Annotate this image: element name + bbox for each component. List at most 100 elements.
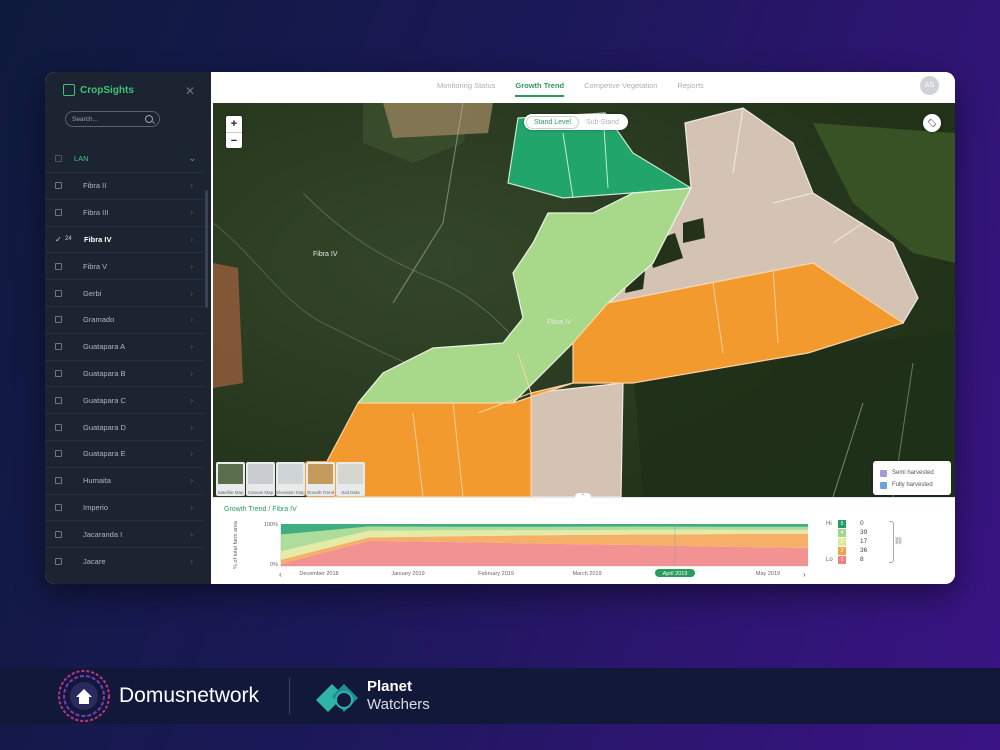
basemap-option[interactable]: Soil Data [336,462,365,496]
basemap-label: Soil Data [341,490,360,495]
sidebar-item-label: Guatapara E [83,449,126,459]
item-count: 24 [65,236,72,243]
chevron-right-icon[interactable]: › [190,476,193,485]
chevron-down-icon[interactable]: ⌄ [188,153,196,164]
item-checkbox[interactable] [55,262,62,270]
link-icon[interactable]: ⛓ [894,537,903,545]
sidebar-item[interactable]: Jacaranda I › [45,520,205,547]
item-checkbox[interactable] [55,477,62,485]
stand-level-option[interactable]: Stand Level [526,115,579,129]
growth-trend-panel: ⌃ Growth Trend / Fibra IV % of total far… [213,493,955,584]
sidebar-item[interactable]: Guatapara A › [45,332,205,360]
chevron-right-icon[interactable]: › [190,289,193,298]
sidebar-item-label: Jacaranda I [83,529,123,539]
close-icon[interactable]: ✕ [185,84,195,98]
basemap-thumbnail [218,464,243,484]
x-tick-label: April 2019 [663,571,688,577]
item-checkbox[interactable] [55,450,62,458]
sidebar-item-label: Humaita [83,476,111,486]
item-checkbox[interactable] [55,316,62,324]
map-view[interactable]: + − Stand Level Sub-Stand Fibra IV Fibra… [213,103,955,497]
chevron-right-icon[interactable]: › [190,530,193,539]
chevron-right-icon[interactable]: › [190,262,193,271]
tab[interactable]: Reports [678,81,704,97]
item-checkbox[interactable] [55,289,62,297]
scale-end-label: Lo [826,556,833,563]
sidebar-item[interactable]: Gerbi › [45,279,205,306]
basemap-option[interactable]: Growth Trend [305,461,336,497]
domusnetwork-logo-icon [58,670,110,722]
item-checkbox[interactable] [55,503,62,511]
tab[interactable]: Competive Vegetation [584,81,657,97]
group-checkbox[interactable] [55,154,62,162]
sidebar-scrollbar[interactable] [205,190,208,308]
sidebar-item[interactable]: Guatapara B › [45,359,205,387]
domusnetwork-name: Domusnetwork [119,684,260,707]
item-checkbox[interactable] [55,396,62,404]
y-tick-label: 100% [264,522,278,528]
sidebar-item[interactable]: Guatapara C › [45,386,205,413]
chevron-right-icon[interactable]: › [190,449,193,458]
farm-group-lan[interactable]: LAN ⌄ [45,148,211,168]
brand[interactable]: CropSights [63,84,134,96]
zoom-out-button[interactable]: − [226,132,242,148]
scale-swatch: 3 [838,537,846,546]
farm-map-label: Fibra IV [313,251,338,258]
basemap-label: Growth Trend [306,490,335,495]
sidebar-item[interactable]: Humaita › [45,466,205,494]
item-checkbox[interactable] [55,209,62,217]
chevron-right-icon[interactable]: › [190,342,193,351]
avatar[interactable]: AS [920,76,939,95]
basemap-option[interactable]: Elevation Map [276,462,305,496]
chevron-right-icon[interactable]: › [190,315,193,324]
basemap-option[interactable]: Satellite Map [216,462,245,496]
legend-swatch [880,481,887,489]
chart-prev-button[interactable]: ‹ [279,570,282,579]
chevron-right-icon[interactable]: › [190,369,193,378]
zoom-in-button[interactable]: + [226,116,242,132]
scale-value: 17 [860,538,868,545]
layers-icon[interactable] [923,114,941,132]
sidebar-item-label: Gramado [83,315,115,325]
sidebar-item[interactable]: Fibra V › [45,252,205,279]
item-checkbox[interactable] [55,369,62,377]
chevron-right-icon[interactable]: › [190,181,193,190]
legend-item: Fully harvested [880,479,944,491]
chart-next-button[interactable]: › [803,570,806,579]
chevron-right-icon[interactable]: › [190,557,193,566]
sidebar-item-label: Guatapara D [83,422,126,432]
app-window: CropSights ✕ LAN ⌄ Fibra II›Fibra III›✓2… [45,72,955,584]
sidebar-item[interactable]: Gramado › [45,305,205,333]
item-checkbox[interactable] [55,343,62,351]
search-input[interactable] [72,115,142,123]
sidebar-item-label: Gerbi [83,288,102,298]
sidebar-item[interactable]: Guatapara E › [45,439,205,467]
tab[interactable]: Monitoring Status [437,81,495,97]
item-checkbox[interactable] [55,182,62,190]
sidebar-item[interactable]: Guatapara D › [45,413,205,440]
sub-stand-option[interactable]: Sub-Stand [579,117,626,128]
tab-bar: Monitoring Status Growth Trend Competive V… [437,81,704,97]
chevron-right-icon[interactable]: › [190,208,193,217]
tab[interactable]: Growth Trend [515,81,565,97]
search-box[interactable] [65,111,160,127]
basemap-option[interactable]: Canvas Map [246,462,275,496]
chevron-right-icon[interactable]: › [190,235,193,244]
search-icon[interactable] [145,115,153,123]
chevron-right-icon[interactable]: › [190,423,193,432]
basemap-thumbnail [308,464,333,484]
sidebar-item[interactable]: Jacare › [45,547,205,574]
sidebar-item[interactable]: ✓ 24 Fibra IV › [45,225,205,253]
sidebar-item-label: Fibra III [83,208,109,218]
sidebar-item[interactable]: Fibra II › [45,172,205,199]
item-checkbox[interactable] [55,423,62,431]
item-checkbox[interactable] [55,530,62,538]
scale-value: 0 [860,520,864,527]
chevron-right-icon[interactable]: › [190,503,193,512]
sidebar-item[interactable]: Fibra III › [45,198,205,226]
item-checkbox[interactable]: ✓ [55,235,63,243]
chevron-right-icon[interactable]: › [190,396,193,405]
sidebar-item[interactable]: Imperio › [45,493,205,521]
footer-divider [289,678,290,714]
item-checkbox[interactable] [55,557,62,565]
